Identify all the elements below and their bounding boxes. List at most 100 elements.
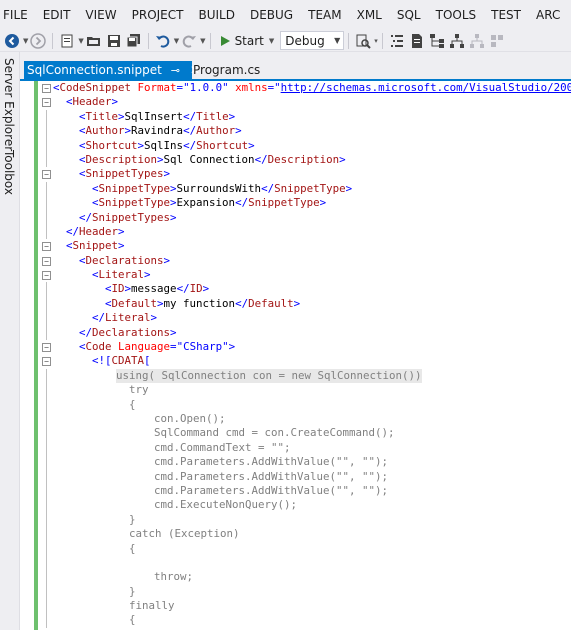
code-line: − <Header> — [20, 95, 571, 109]
find-in-files-button[interactable] — [355, 31, 371, 51]
code-line: finally — [20, 599, 571, 614]
collapse-icon[interactable]: − — [42, 343, 51, 353]
fold-guide — [46, 599, 47, 614]
fold-guide — [46, 152, 47, 168]
menu-debug[interactable]: DEBUG — [246, 8, 301, 22]
fold-guide — [46, 613, 47, 628]
menu-architecture[interactable]: ARC — [532, 8, 568, 22]
solution-configuration-combo[interactable]: Debug ▼ — [280, 31, 345, 50]
tab-program-cs[interactable]: Program.cs — [193, 61, 260, 79]
start-dropdown-icon[interactable]: ▼ — [269, 37, 274, 45]
undo-button[interactable] — [155, 31, 171, 51]
menu-build[interactable]: BUILD — [194, 8, 242, 22]
menu-tools[interactable]: TOOLS — [432, 8, 485, 22]
code-line: cmd.Parameters.AddWithValue("", ""); — [20, 483, 571, 499]
code-line: { — [20, 613, 571, 628]
fold-guide — [46, 210, 47, 225]
new-project-dropdown-icon[interactable]: ▼ — [78, 37, 83, 45]
toolbar-separator — [348, 32, 350, 49]
toolbox-tab[interactable]: Toolbox — [2, 150, 16, 195]
class-view-button[interactable] — [429, 31, 445, 51]
code-line: − <CodeSnippet Format="1.0.0" xmlns="htt… — [20, 81, 571, 95]
undo-icon — [155, 35, 170, 48]
code-editor[interactable]: − <CodeSnippet Format="1.0.0" xmlns="htt… — [20, 81, 571, 630]
code-line: con.Open(); — [20, 411, 571, 427]
code-line: − <Snippet> — [20, 239, 571, 253]
disabled-tool-button[interactable] — [469, 31, 485, 51]
collapse-icon[interactable]: − — [42, 271, 51, 281]
menu-sql[interactable]: SQL — [393, 8, 429, 22]
tab-label: Program.cs — [193, 63, 261, 77]
toolbar-separator — [381, 32, 383, 49]
collapse-icon[interactable]: − — [42, 242, 51, 252]
disabled-hierarchy-icon — [469, 33, 484, 48]
chevron-down-icon: ▼ — [334, 36, 341, 45]
code-line: <Title>SqlInsert</Title> — [20, 109, 571, 125]
toolbar-overflow-icon[interactable]: ▾ — [374, 37, 378, 45]
undo-dropdown-icon[interactable]: ▼ — [174, 37, 179, 45]
code-line: try — [20, 383, 571, 398]
fold-guide — [46, 411, 47, 427]
document-tab-strip: SqlConnection.snippet ⊸ ✕ Program.cs — [20, 52, 571, 79]
xmlns-link[interactable]: http://schemas.microsoft.com/VisualStudi… — [281, 81, 571, 94]
open-folder-icon — [86, 36, 100, 46]
tab-sqlconnection-snippet[interactable]: SqlConnection.snippet ⊸ ✕ — [24, 61, 200, 79]
start-label: Start — [234, 33, 264, 48]
collapse-icon[interactable]: − — [42, 357, 51, 367]
save-button[interactable] — [106, 31, 122, 51]
menu-view[interactable]: VIEW — [81, 8, 124, 22]
code-line: </SnippetTypes> — [20, 210, 571, 225]
standard-toolbar: ▼ ▼ ▼ ▼ Start ▼ Debug ▼ ▾ — [0, 30, 571, 52]
save-all-icon — [126, 33, 140, 47]
collapse-icon[interactable]: − — [42, 98, 51, 108]
menu-file[interactable]: FILE — [0, 8, 36, 22]
redo-dropdown-icon[interactable]: ▼ — [200, 37, 205, 45]
fold-guide — [46, 124, 47, 139]
fold-guide — [46, 512, 47, 528]
start-debugging-button[interactable]: Start ▼ — [219, 33, 274, 48]
menu-bar: FILE EDIT VIEW PROJECT BUILD DEBUG TEAM … — [0, 0, 571, 30]
fold-guide — [46, 483, 47, 499]
toolbar-extra-button[interactable] — [489, 31, 505, 51]
fold-guide — [46, 311, 47, 326]
list-indent-icon — [390, 34, 403, 47]
collapse-icon[interactable]: − — [42, 84, 51, 93]
forward-button[interactable] — [30, 31, 47, 51]
fold-guide — [46, 469, 47, 484]
open-file-button[interactable] — [86, 31, 102, 51]
xml-schema-button[interactable] — [449, 31, 465, 51]
menu-project[interactable]: PROJECT — [128, 8, 192, 22]
back-dropdown-icon[interactable]: ▼ — [23, 37, 28, 45]
fold-guide — [46, 368, 47, 384]
save-all-button[interactable] — [126, 31, 142, 51]
menu-xml[interactable]: XML — [353, 8, 390, 22]
left-tool-rail: Server Explorer Toolbox — [0, 52, 20, 630]
code-line: catch (Exception) — [20, 527, 571, 542]
redo-button[interactable] — [181, 31, 197, 51]
code-line: <SnippetType>Expansion</SnippetType> — [20, 196, 571, 211]
collapse-icon[interactable]: − — [42, 170, 51, 180]
fold-guide — [46, 555, 47, 571]
code-line: <Author>Ravindra</Author> — [20, 124, 571, 139]
code-line: { — [20, 541, 571, 556]
menu-edit[interactable]: EDIT — [39, 8, 79, 22]
fold-guide — [46, 397, 47, 412]
code-line: − <![CDATA[ — [20, 354, 571, 368]
code-line: <SnippetType>SurroundsWith</SnippetType> — [20, 181, 571, 197]
pin-icon[interactable]: ⊸ — [171, 64, 180, 77]
fold-guide — [46, 296, 47, 312]
fold-guide — [46, 570, 47, 585]
server-explorer-tab[interactable]: Server Explorer — [2, 58, 16, 151]
code-line: throw; — [20, 570, 571, 585]
fold-guide — [46, 455, 47, 470]
comment-out-button[interactable] — [389, 31, 405, 51]
code-line: SqlCommand cmd = con.CreateCommand(); — [20, 426, 571, 441]
fold-guide — [46, 527, 47, 542]
collapse-icon[interactable]: − — [42, 256, 51, 266]
menu-team[interactable]: TEAM — [304, 8, 349, 22]
back-button[interactable] — [4, 31, 20, 51]
document-outline-button[interactable] — [409, 31, 425, 51]
new-project-button[interactable] — [59, 31, 75, 51]
menu-test[interactable]: TEST — [487, 8, 529, 22]
fold-guide — [46, 440, 47, 456]
